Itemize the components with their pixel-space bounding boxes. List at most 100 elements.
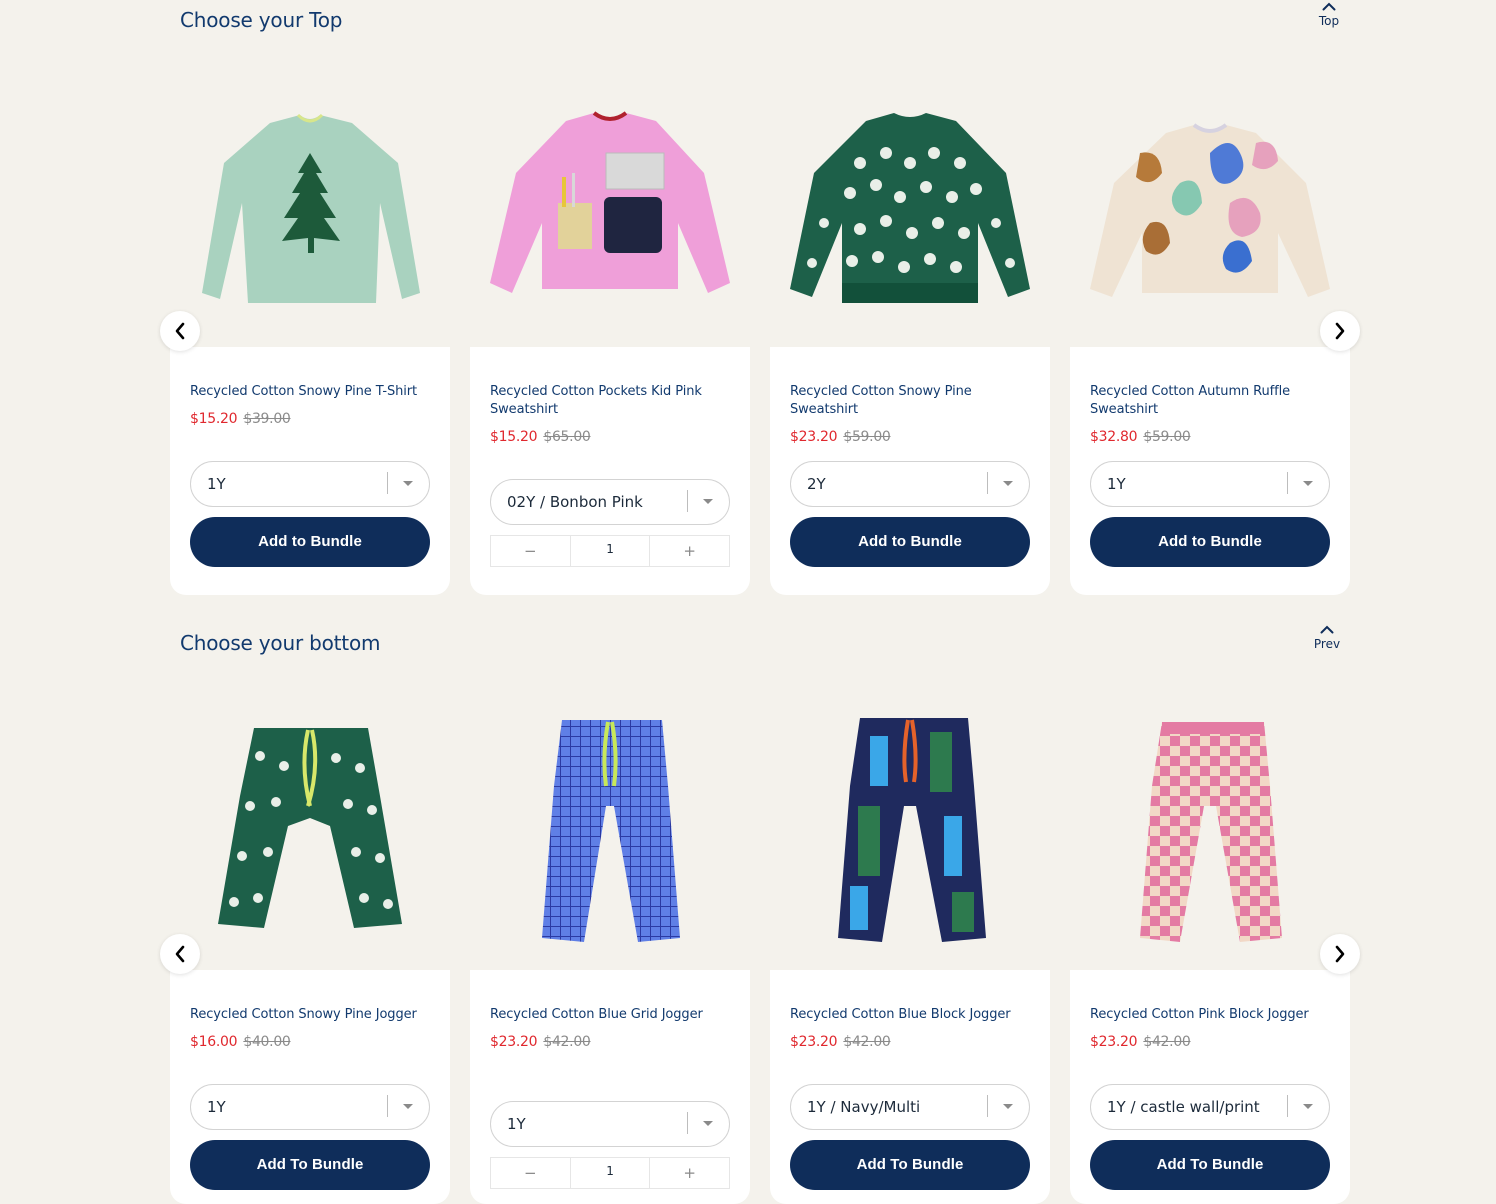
- quantity-decrement-button[interactable]: −: [491, 536, 570, 566]
- back-to-top-link[interactable]: Top: [1299, 2, 1359, 28]
- variant-select-value: 1Y: [507, 1115, 526, 1133]
- select-divider: [987, 472, 988, 494]
- price-row: $23.20 $42.00: [1090, 1034, 1191, 1050]
- price-row: $32.80 $59.00: [1090, 429, 1191, 445]
- product-image-pink-block-jogger[interactable]: [1070, 692, 1350, 970]
- add-to-bundle-button[interactable]: Add To Bundle: [190, 1140, 430, 1190]
- product-name[interactable]: Recycled Cotton Snowy Pine Jogger: [190, 1006, 430, 1024]
- product-image-grid-jogger[interactable]: [470, 692, 750, 970]
- variant-select[interactable]: 1Y: [190, 461, 430, 507]
- product-card: Recycled Cotton Blue Block Jogger $23.20…: [770, 692, 1050, 1204]
- quantity-stepper: − 1 +: [490, 1157, 730, 1189]
- select-divider: [687, 1112, 688, 1134]
- sale-price: $32.80: [1090, 429, 1138, 445]
- product-image-ruffle-sweatshirt[interactable]: [1070, 69, 1350, 347]
- product-name[interactable]: Recycled Cotton Snowy Pine Sweatshirt: [790, 383, 1030, 419]
- prev-section-link[interactable]: Prev: [1297, 625, 1357, 651]
- caret-down-icon: [1003, 1104, 1013, 1109]
- product-name[interactable]: Recycled Cotton Autumn Ruffle Sweatshirt: [1090, 383, 1330, 419]
- product-name[interactable]: Recycled Cotton Blue Grid Jogger: [490, 1006, 730, 1024]
- quantity-increment-button[interactable]: +: [650, 1158, 729, 1188]
- variant-select-value: 02Y / Bonbon Pink: [507, 493, 643, 511]
- chevron-up-icon: [1322, 2, 1336, 11]
- caret-down-icon: [1303, 1104, 1313, 1109]
- variant-select-value: 2Y: [807, 475, 826, 493]
- product-name[interactable]: Recycled Cotton Snowy Pine T-Shirt: [190, 383, 430, 401]
- select-divider: [387, 1095, 388, 1117]
- add-to-bundle-button[interactable]: Add to Bundle: [190, 517, 430, 567]
- product-image-green-sweatshirt[interactable]: [770, 69, 1050, 347]
- price-row: $23.20 $42.00: [790, 1034, 891, 1050]
- variant-select[interactable]: 02Y / Bonbon Pink: [490, 479, 730, 525]
- caret-down-icon: [703, 499, 713, 504]
- product-card: Recycled Cotton Snowy Pine T-Shirt $15.2…: [170, 69, 450, 595]
- variant-select-value: 1Y: [1107, 475, 1126, 493]
- product-card-body: Recycled Cotton Snowy Pine Jogger $16.00…: [170, 970, 450, 1204]
- product-card: Recycled Cotton Autumn Ruffle Sweatshirt…: [1070, 69, 1350, 595]
- bottoms-section: Choose your bottom Prev Recycled Cotton …: [0, 620, 1496, 1204]
- variant-select[interactable]: 1Y: [490, 1101, 730, 1147]
- product-image-snowy-jogger[interactable]: [170, 692, 450, 970]
- product-image-pink-sweatshirt[interactable]: [470, 69, 750, 347]
- caret-down-icon: [403, 481, 413, 486]
- product-card: Recycled Cotton Snowy Pine Sweatshirt $2…: [770, 69, 1050, 595]
- product-card: Recycled Cotton Pockets Kid Pink Sweatsh…: [470, 69, 750, 595]
- product-name[interactable]: Recycled Cotton Pink Block Jogger: [1090, 1006, 1330, 1024]
- select-divider: [387, 472, 388, 494]
- variant-select-value: 1Y: [207, 475, 226, 493]
- caret-down-icon: [703, 1121, 713, 1126]
- product-card-body: Recycled Cotton Autumn Ruffle Sweatshirt…: [1070, 347, 1350, 595]
- chevron-left-icon: [175, 322, 185, 340]
- tops-section: Choose your Top Top Recycled Cotton Snow…: [0, 0, 1496, 600]
- section-title-tops: Choose your Top: [180, 8, 343, 32]
- product-image-tshirt[interactable]: [170, 69, 450, 347]
- add-to-bundle-button[interactable]: Add to Bundle: [790, 517, 1030, 567]
- product-image-blue-block-jogger[interactable]: [770, 692, 1050, 970]
- price-row: $15.20 $39.00: [190, 411, 291, 427]
- add-to-bundle-button[interactable]: Add to Bundle: [1090, 517, 1330, 567]
- add-to-bundle-button[interactable]: Add To Bundle: [1090, 1140, 1330, 1190]
- product-card-body: Recycled Cotton Snowy Pine Sweatshirt $2…: [770, 347, 1050, 595]
- product-name[interactable]: Recycled Cotton Blue Block Jogger: [790, 1006, 1030, 1024]
- quantity-value[interactable]: 1: [569, 536, 651, 566]
- variant-select[interactable]: 2Y: [790, 461, 1030, 507]
- caret-down-icon: [403, 1104, 413, 1109]
- caret-down-icon: [1003, 481, 1013, 486]
- caret-down-icon: [1303, 481, 1313, 486]
- product-card-body: Recycled Cotton Pink Block Jogger $23.20…: [1070, 970, 1350, 1204]
- variant-select[interactable]: 1Y / castle wall/print: [1090, 1084, 1330, 1130]
- chevron-right-icon: [1335, 322, 1345, 340]
- sale-price: $23.20: [790, 1034, 838, 1050]
- quantity-value[interactable]: 1: [569, 1158, 651, 1188]
- carousel-prev-button[interactable]: [160, 311, 200, 351]
- product-card: Recycled Cotton Pink Block Jogger $23.20…: [1070, 692, 1350, 1204]
- variant-select-value: 1Y / castle wall/print: [1107, 1098, 1260, 1116]
- chevron-right-icon: [1335, 945, 1345, 963]
- chevron-up-icon: [1320, 625, 1334, 634]
- sale-price: $16.00: [190, 1034, 238, 1050]
- carousel-next-button[interactable]: [1320, 311, 1360, 351]
- original-price: $59.00: [1143, 429, 1191, 445]
- carousel-next-button[interactable]: [1320, 934, 1360, 974]
- add-to-bundle-button[interactable]: Add To Bundle: [790, 1140, 1030, 1190]
- sale-price: $23.20: [1090, 1034, 1138, 1050]
- original-price: $40.00: [243, 1034, 291, 1050]
- select-divider: [1287, 1095, 1288, 1117]
- original-price: $42.00: [543, 1034, 591, 1050]
- price-row: $16.00 $40.00: [190, 1034, 291, 1050]
- carousel-prev-button[interactable]: [160, 934, 200, 974]
- quantity-increment-button[interactable]: +: [650, 536, 729, 566]
- product-card-body: Recycled Cotton Snowy Pine T-Shirt $15.2…: [170, 347, 450, 595]
- price-row: $23.20 $59.00: [790, 429, 891, 445]
- sale-price: $15.20: [490, 429, 538, 445]
- product-name[interactable]: Recycled Cotton Pockets Kid Pink Sweatsh…: [490, 383, 730, 419]
- select-divider: [687, 490, 688, 512]
- variant-select[interactable]: 1Y: [1090, 461, 1330, 507]
- quantity-decrement-button[interactable]: −: [491, 1158, 570, 1188]
- original-price: $59.00: [843, 429, 891, 445]
- product-card-body: Recycled Cotton Blue Grid Jogger $23.20 …: [470, 970, 750, 1204]
- product-card-body: Recycled Cotton Pockets Kid Pink Sweatsh…: [470, 347, 750, 595]
- variant-select-value: 1Y: [207, 1098, 226, 1116]
- variant-select[interactable]: 1Y: [190, 1084, 430, 1130]
- variant-select[interactable]: 1Y / Navy/Multi: [790, 1084, 1030, 1130]
